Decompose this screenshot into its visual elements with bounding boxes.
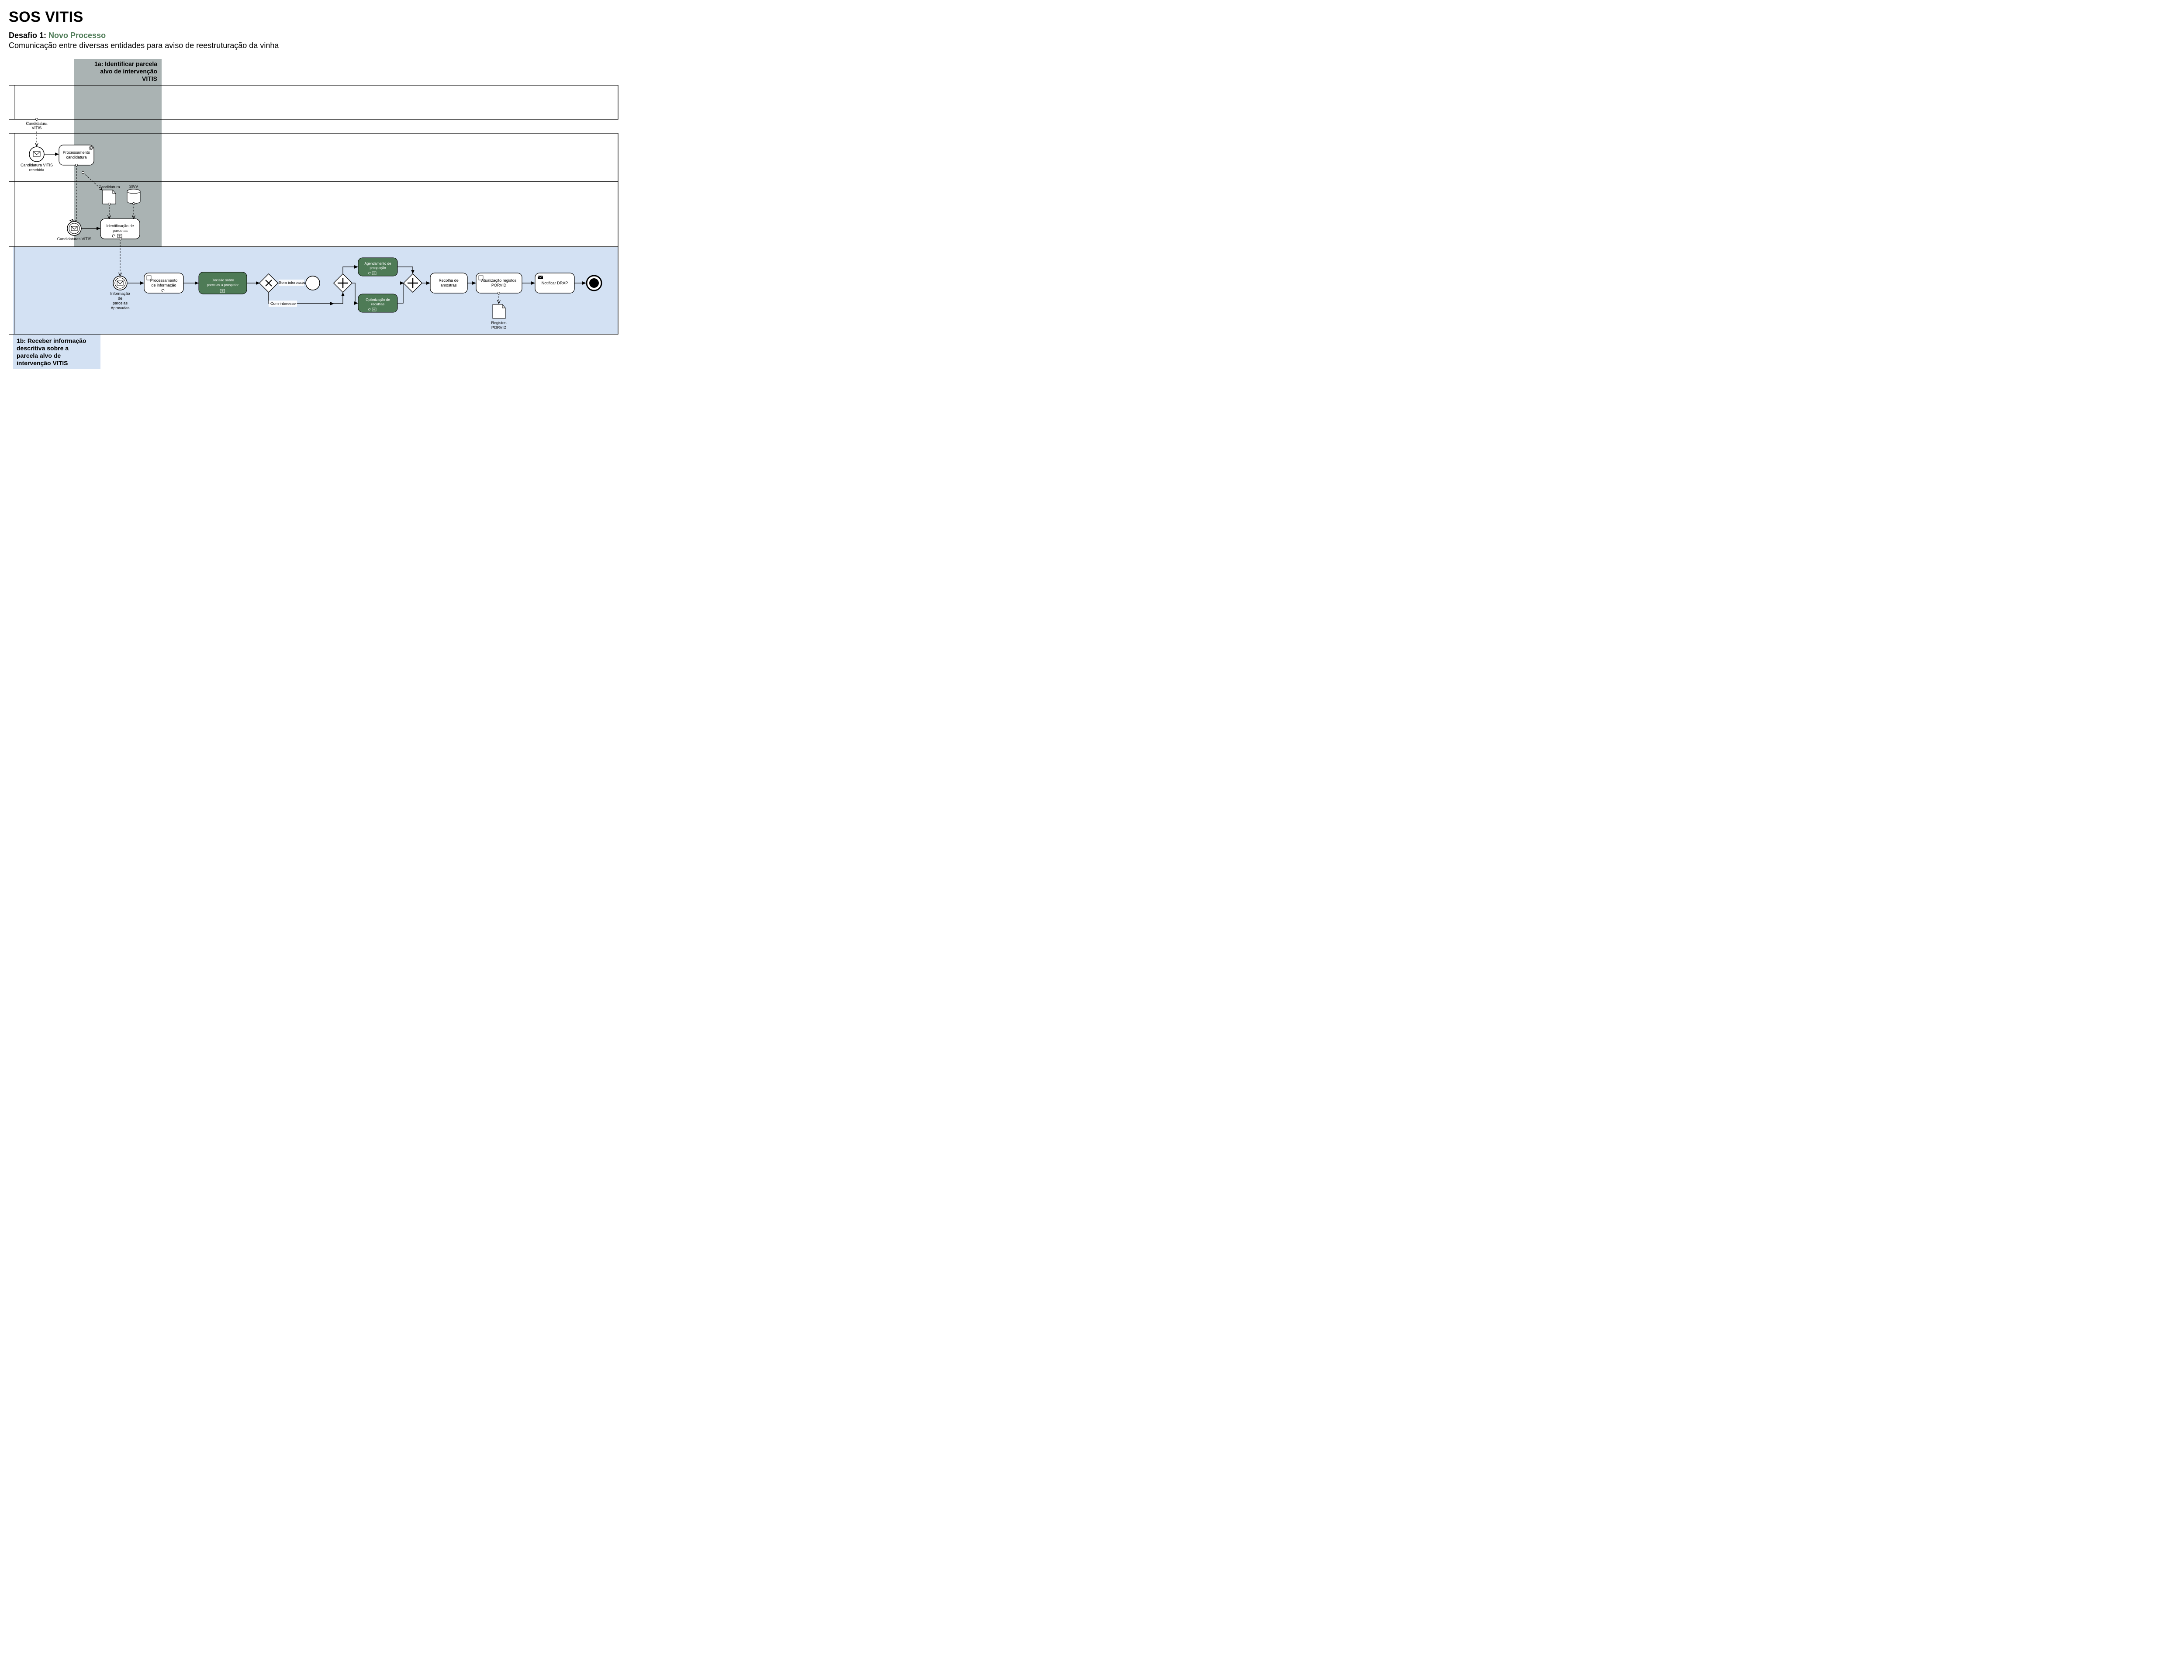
svg-text:Candidatura: Candidatura xyxy=(26,121,47,126)
callout-1b-line2: descritiva sobre a xyxy=(17,345,69,352)
data-registos-l1: Registos xyxy=(491,321,507,325)
evt-info-parcelas-l1: Informação xyxy=(110,291,130,296)
label-com-interesse: Com interesse xyxy=(270,301,296,306)
task-atualizacao-l1: Atualização registos xyxy=(481,278,517,283)
callout-1a-line1: 1a: Identificar parcela xyxy=(94,60,157,67)
highlight-1b-lane xyxy=(13,247,618,334)
subtitle-label: Desafio 1: xyxy=(9,31,48,40)
callout-1a-line2: alvo de intervenção xyxy=(100,68,157,75)
evt-info-parcelas-l3: parcelas xyxy=(113,301,128,305)
task-optimizacao-l2: recolhas xyxy=(371,302,384,306)
svg-text:VITIS: VITIS xyxy=(32,126,42,130)
subtitle-green: Novo Processo xyxy=(48,31,106,40)
task-recolha-l2: amostras xyxy=(440,283,457,287)
page-title: SOS VITIS xyxy=(9,9,2175,26)
task-ident-parcelas-l1: Identificação de xyxy=(106,224,134,228)
task-proc-info-l1: Processamento xyxy=(150,278,178,283)
callout-1b-line4: intervenção VITIS xyxy=(17,360,68,366)
subtitle: Desafio 1: Novo Processo xyxy=(9,31,2175,40)
task-recolha-l1: Recolha de xyxy=(439,278,459,283)
evt-info-parcelas-l4: Aprovadas xyxy=(111,306,130,310)
event-candidatura-recebida-label1: Candidatura VITIS xyxy=(21,163,53,167)
datastore-sivv xyxy=(127,189,140,204)
task-proc-cand-l2: candidatura xyxy=(66,155,86,159)
bpmn-diagram: 1a: Identificar parcela alvo de interven… xyxy=(9,59,629,373)
data-candidatura-label: Candidatura xyxy=(98,185,120,189)
task-notificar-label: Notificar DRAP xyxy=(542,281,568,285)
task-proc-cand-l1: Processamento xyxy=(63,150,90,155)
task-atualizacao-l2: PORVID xyxy=(491,283,507,287)
event-candidatura-recebida-label2: recebida xyxy=(29,168,45,172)
callout-1b-line3: parcela alvo de xyxy=(17,352,61,359)
label-sem-interesse: Sem interesse xyxy=(279,280,304,285)
data-object-registos-porvid xyxy=(493,304,505,318)
task-decisao-l2: parcelas a prospetar xyxy=(207,283,239,287)
task-proc-info-l2: de informação xyxy=(151,283,176,287)
evt-info-parcelas-l2: de xyxy=(118,296,122,301)
task-optimizacao-l1: Optimização de xyxy=(366,298,390,302)
task-agendamento-l1: Agendamento de xyxy=(365,262,391,266)
event-candidaturas-vitis-label: Candidaturas VITIS xyxy=(57,237,92,241)
task-agendamento-l2: prospeção xyxy=(370,266,386,270)
callout-1a-line3: VITIS xyxy=(142,75,157,82)
description: Comunicação entre diversas entidades par… xyxy=(9,41,2175,50)
data-registos-l2: PORVID xyxy=(491,325,507,330)
callout-1b-line1: 1b: Receber informação xyxy=(17,337,86,344)
task-ident-parcelas-l2: parcelas xyxy=(113,228,128,233)
task-decisao-l1: Decisão sobre xyxy=(211,278,234,282)
data-object-candidatura xyxy=(103,190,116,204)
end-event-sem-interesse xyxy=(306,276,320,290)
datastore-sivv-label: SIVV xyxy=(129,184,138,189)
